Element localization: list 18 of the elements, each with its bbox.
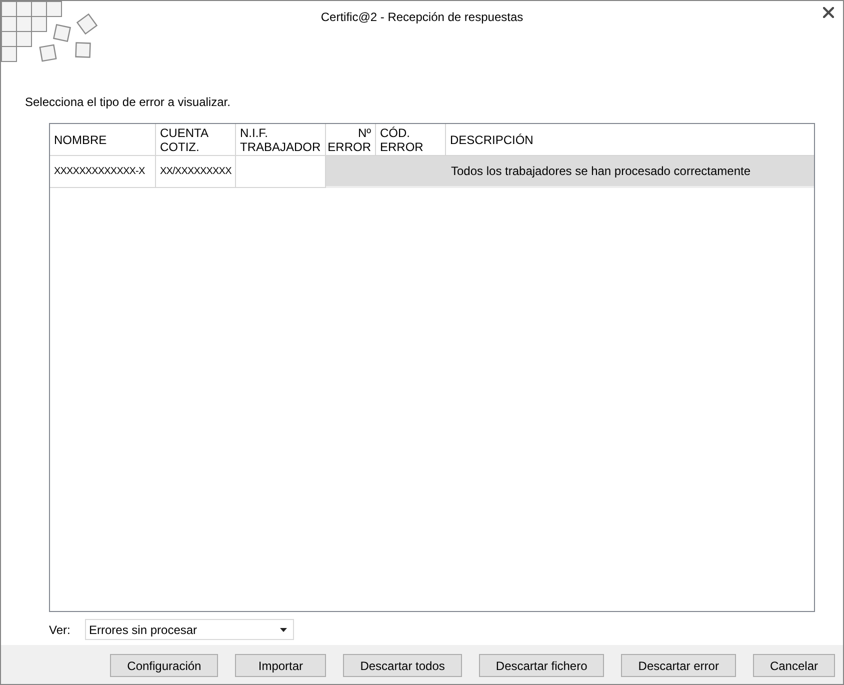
- dialog-button[interactable]: Descartar fichero: [478, 654, 604, 677]
- column-header[interactable]: N.I.F. TRABAJADOR: [236, 124, 326, 156]
- dialog-button[interactable]: Importar: [235, 654, 326, 677]
- dialog-button[interactable]: Cancelar: [752, 654, 835, 677]
- filter-label: Ver:: [49, 622, 72, 636]
- instruction-text: Selecciona el tipo de error a visualizar.: [24, 94, 232, 110]
- window-title: Certific@2 - Recepción de respuestas: [320, 9, 524, 25]
- dialog-button[interactable]: Descartar todos: [343, 654, 462, 677]
- view-dropdown[interactable]: Errores sin procesar: [85, 619, 294, 640]
- dialog-button[interactable]: Configuración: [110, 654, 218, 677]
- dialog-button[interactable]: Descartar error: [621, 654, 736, 677]
- column-header[interactable]: NOMBRE: [50, 124, 156, 156]
- close-icon[interactable]: [823, 7, 834, 18]
- message-cell: Todos los trabajadores se han procesado correctamente: [326, 156, 814, 188]
- caret-icon: [280, 628, 287, 632]
- table-cell: XX/XXXXXXXXX: [156, 156, 236, 188]
- column-header[interactable]: CUENTA COTIZ.: [156, 124, 236, 156]
- table-cell: XXXXXXXXXXXXX-X: [50, 156, 156, 188]
